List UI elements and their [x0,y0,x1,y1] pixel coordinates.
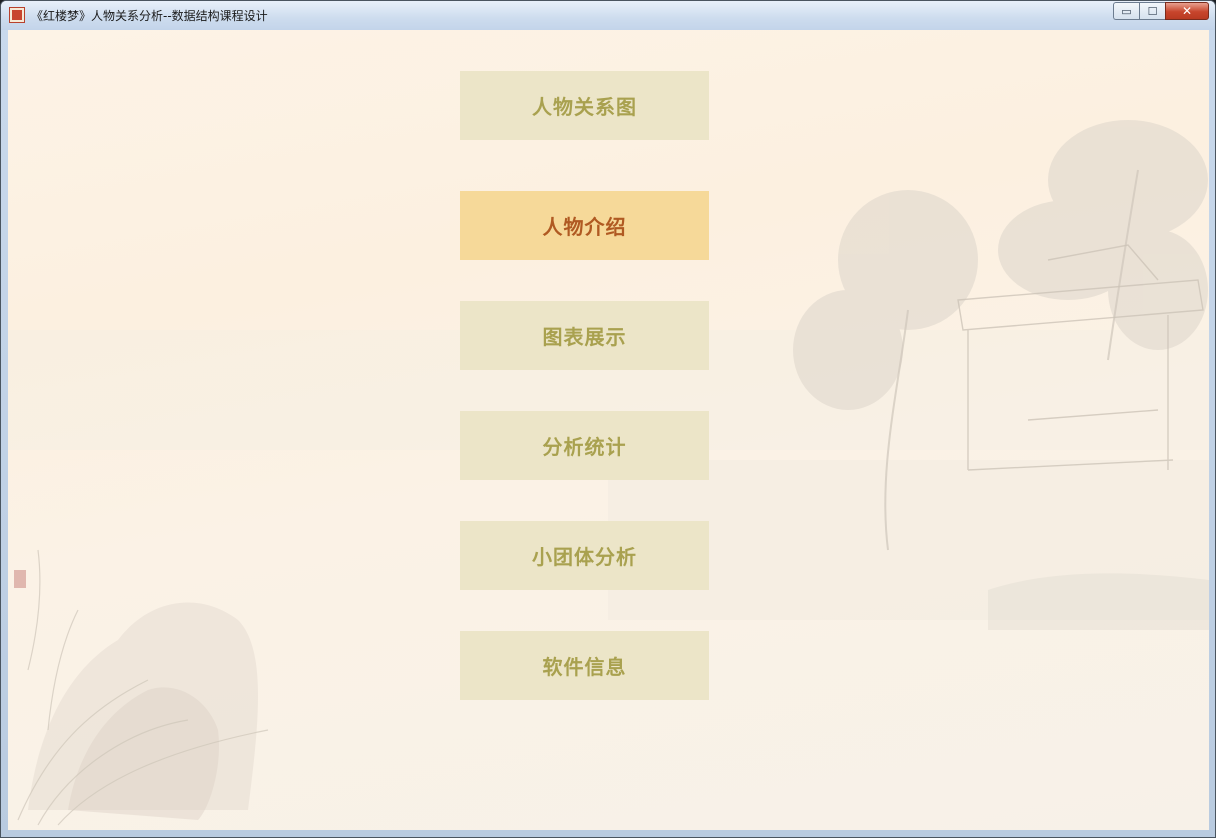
close-icon: ✕ [1181,4,1193,18]
maximize-icon: ☐ [1147,4,1158,18]
menu-button-chart-display[interactable]: 图表展示 [460,301,709,370]
title-bar[interactable]: 《红楼梦》人物关系分析--数据结构课程设计 ▭ ☐ ✕ [1,1,1215,30]
menu-button-relation-graph[interactable]: 人物关系图 [460,71,709,140]
menu-button-character-intro[interactable]: 人物介绍 [460,191,709,260]
window-title: 《红楼梦》人物关系分析--数据结构课程设计 [31,9,268,23]
minimize-button[interactable]: ▭ [1113,2,1139,20]
maximize-button[interactable]: ☐ [1139,2,1165,20]
menu-button-software-info[interactable]: 软件信息 [460,631,709,700]
app-icon[interactable] [9,7,25,23]
menu-button-small-group-analysis[interactable]: 小团体分析 [460,521,709,590]
menu-button-analysis-stats[interactable]: 分析统计 [460,411,709,480]
minimize-icon: ▭ [1121,4,1132,18]
main-panel: 人物关系图 人物介绍 图表展示 分析统计 小团体分析 软件信息 [8,30,1209,830]
close-button[interactable]: ✕ [1165,2,1209,20]
app-window: 《红楼梦》人物关系分析--数据结构课程设计 ▭ ☐ ✕ 人物关系图 人物介绍 图… [0,0,1216,838]
window-controls: ▭ ☐ ✕ [1113,2,1209,21]
